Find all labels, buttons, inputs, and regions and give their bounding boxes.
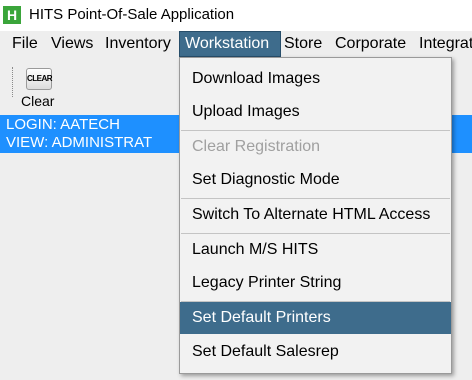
menu-item-label: Switch To Alternate HTML Access bbox=[192, 206, 431, 223]
menu-item-label: Download Images bbox=[192, 70, 321, 87]
menu-item-download-images[interactable]: Download Images bbox=[180, 63, 451, 95]
menu-item-label: Clear Registration bbox=[192, 138, 321, 155]
menu-integration[interactable]: Integrat bbox=[414, 32, 472, 56]
toolbar-grip bbox=[12, 67, 15, 97]
login-text: LOGIN: AATECH bbox=[6, 116, 120, 133]
menu-file[interactable]: File bbox=[6, 32, 48, 56]
menu-item-label: Upload Images bbox=[192, 103, 300, 120]
menu-item-launch-ms-hits[interactable]: Launch M/S HITS bbox=[180, 234, 451, 266]
menu-bar: File Views Inventory Workstation Store C… bbox=[0, 31, 472, 57]
menu-item-set-default-salesrep[interactable]: Set Default Salesrep bbox=[180, 336, 451, 368]
clear-button-label: Clear bbox=[21, 93, 55, 109]
menu-item-label: Launch M/S HITS bbox=[192, 241, 319, 258]
menu-item-set-default-printers[interactable]: Set Default Printers bbox=[180, 302, 451, 334]
menu-item-label: Set Diagnostic Mode bbox=[192, 171, 340, 188]
menu-item-label: Legacy Printer String bbox=[192, 274, 342, 291]
menu-item-clear-registration: Clear Registration bbox=[180, 131, 451, 163]
menu-workstation[interactable]: Workstation bbox=[179, 31, 281, 57]
title-bar: H HITS Point-Of-Sale Application bbox=[0, 0, 472, 31]
window-title: HITS Point-Of-Sale Application bbox=[29, 6, 235, 23]
menu-store[interactable]: Store bbox=[279, 32, 332, 56]
app-icon: H bbox=[3, 6, 21, 24]
menu-corporate[interactable]: Corporate bbox=[330, 32, 417, 56]
menu-item-switch-html-access[interactable]: Switch To Alternate HTML Access bbox=[180, 199, 451, 231]
workstation-dropdown-menu: Download Images Upload Images Clear Regi… bbox=[179, 57, 452, 374]
menu-item-label: Set Default Salesrep bbox=[192, 343, 339, 360]
menu-item-upload-images[interactable]: Upload Images bbox=[180, 96, 451, 128]
menu-item-legacy-printer-string[interactable]: Legacy Printer String bbox=[180, 267, 451, 299]
menu-item-set-diagnostic-mode[interactable]: Set Diagnostic Mode bbox=[180, 164, 451, 196]
menu-views[interactable]: Views bbox=[45, 32, 103, 56]
menu-inventory[interactable]: Inventory bbox=[100, 32, 181, 56]
view-text: VIEW: ADMINISTRAT bbox=[6, 134, 153, 151]
clear-icon: CLEAR bbox=[26, 68, 53, 90]
menu-item-label: Set Default Printers bbox=[192, 309, 331, 326]
